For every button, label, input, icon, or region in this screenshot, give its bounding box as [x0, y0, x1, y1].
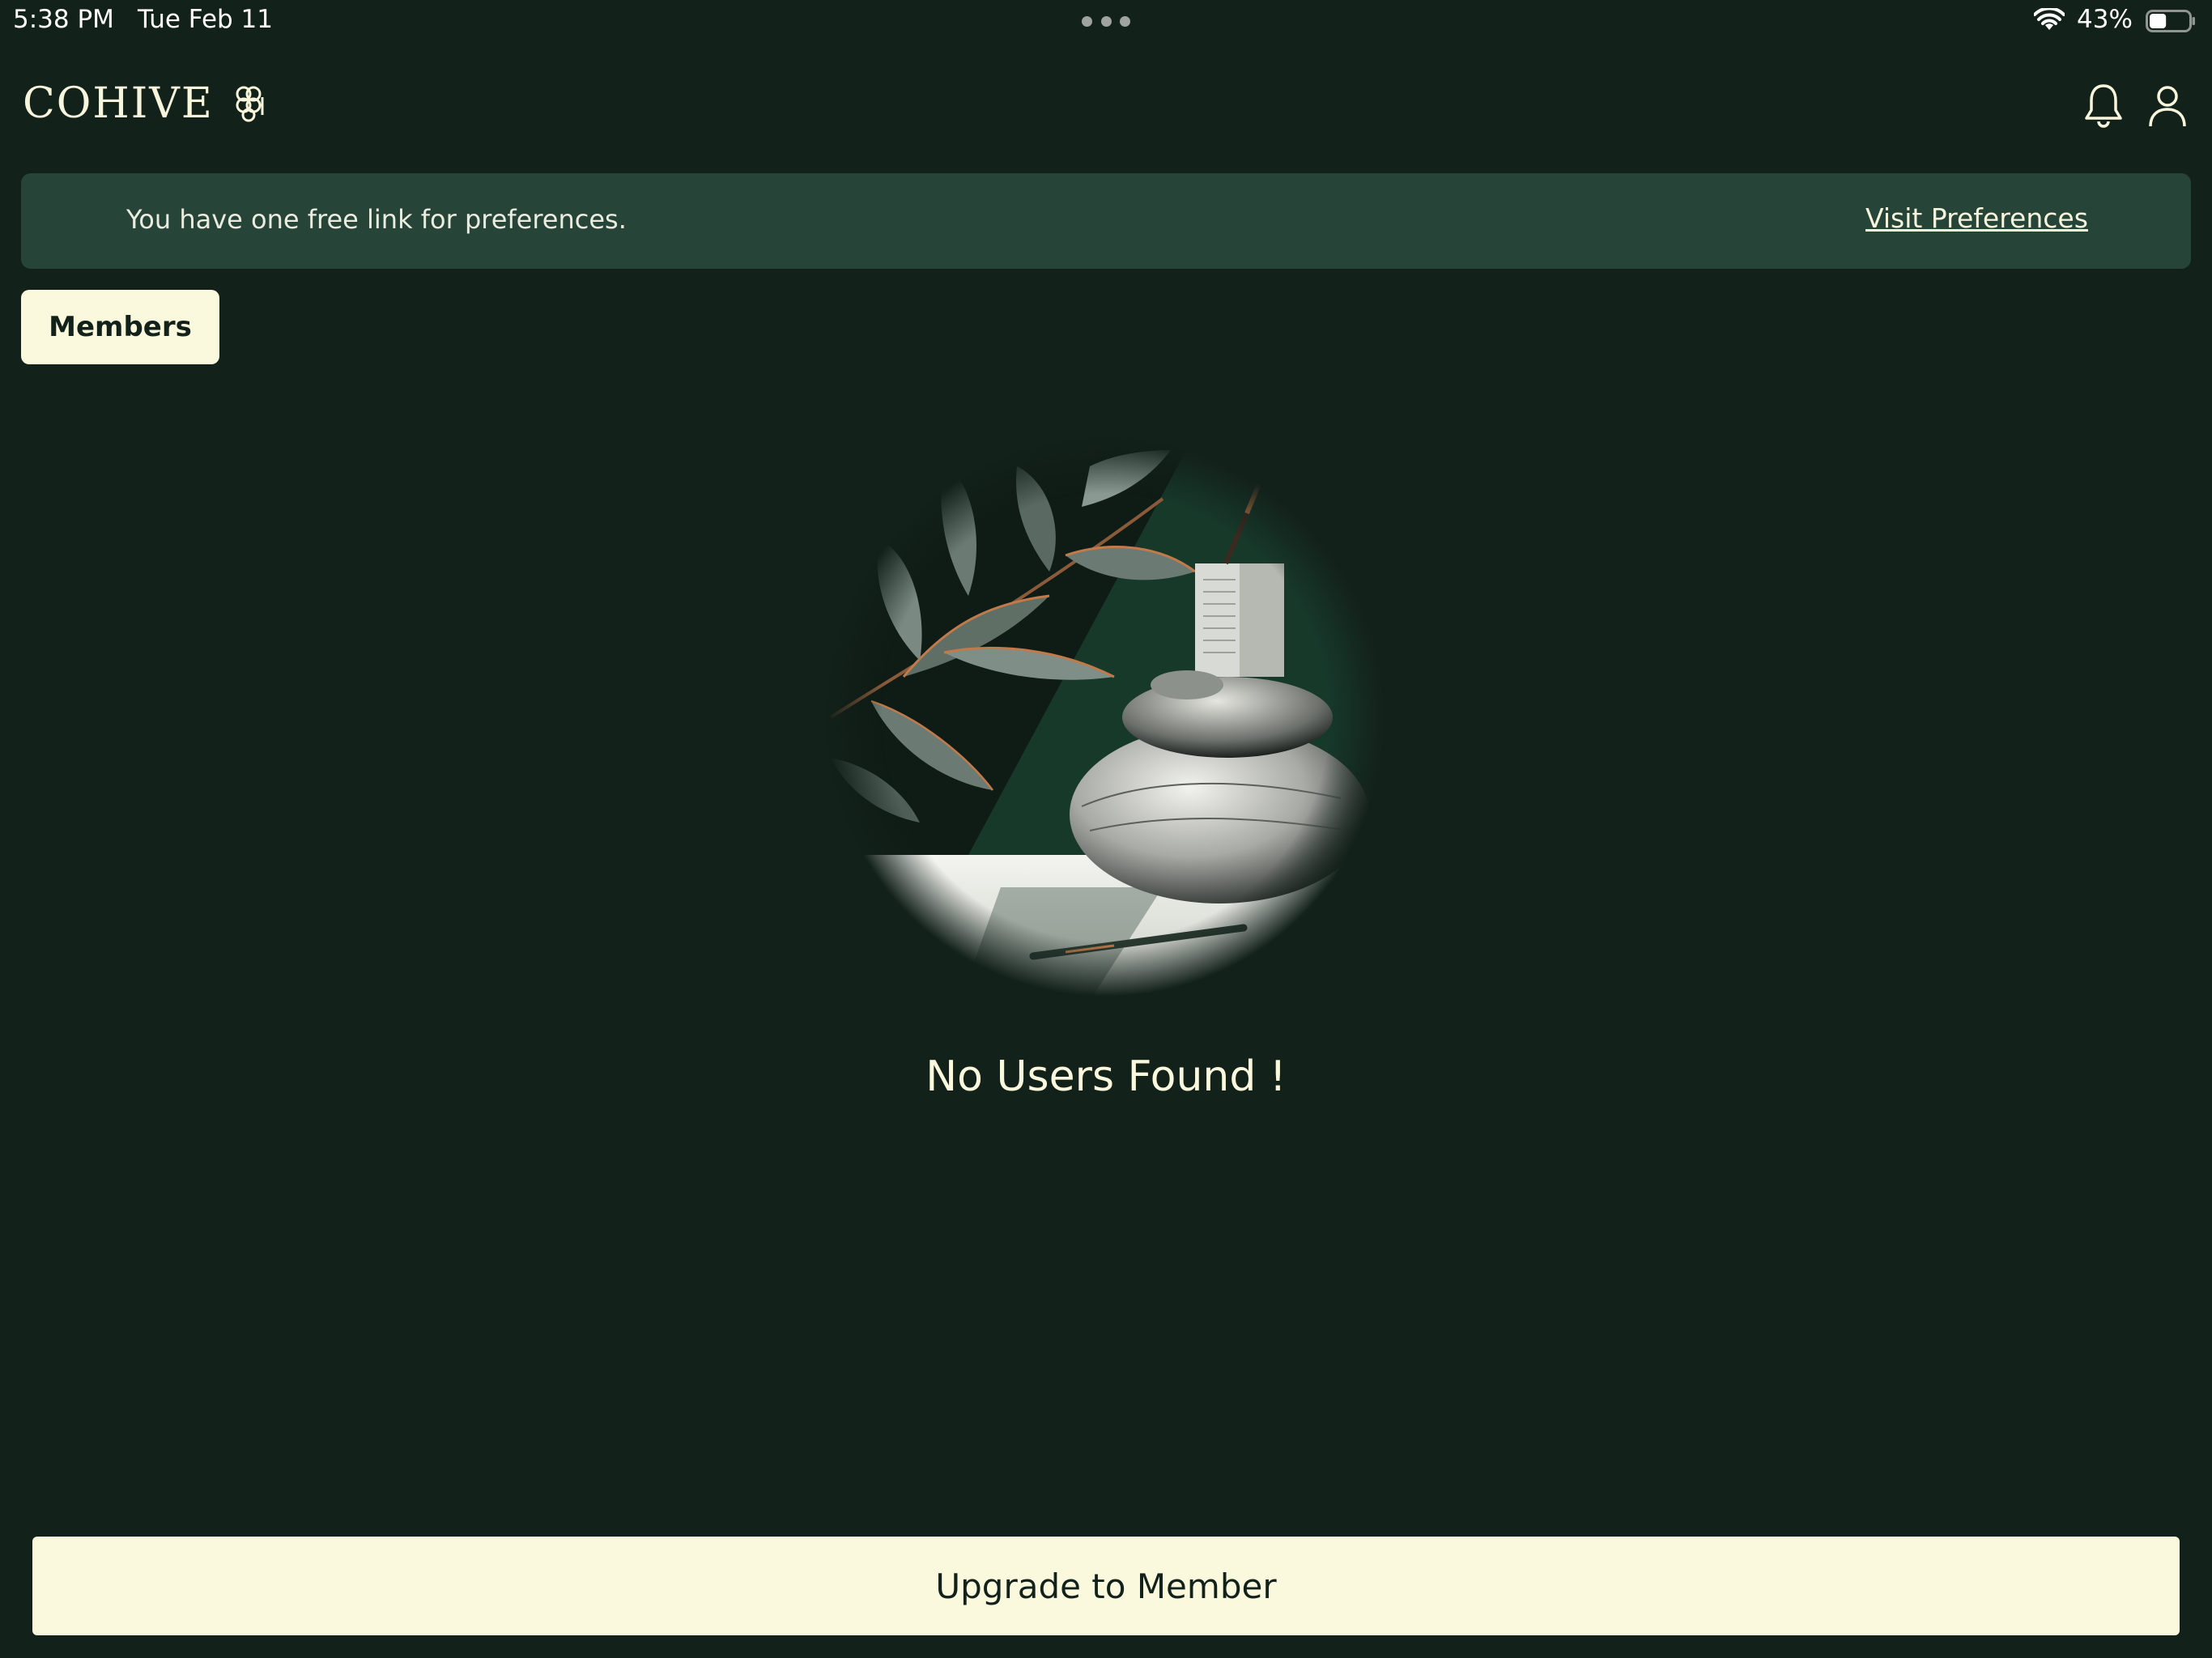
- upgrade-to-member-button[interactable]: Upgrade to Member: [32, 1537, 2180, 1635]
- brand-name: COHIVE: [23, 79, 214, 128]
- app-header: COHIVE: [0, 73, 2212, 138]
- more-dots-icon[interactable]: [1082, 16, 1130, 28]
- user-icon[interactable]: [2147, 84, 2188, 128]
- empty-state-illustration: [823, 434, 1389, 1001]
- status-date: Tue Feb 11: [138, 5, 273, 34]
- empty-state-title: No Users Found !: [925, 1052, 1287, 1101]
- battery-percent: 43%: [2077, 5, 2133, 34]
- cohive-logo-icon: [236, 86, 264, 122]
- banner-message: You have one free link for preferences.: [126, 204, 627, 235]
- tab-members[interactable]: Members: [21, 290, 219, 364]
- preferences-banner: You have one free link for preferences. …: [21, 173, 2191, 269]
- status-time: 5:38 PM: [13, 5, 114, 34]
- wifi-icon: [2034, 8, 2065, 30]
- status-bar: 5:38 PM Tue Feb 11 43%: [0, 0, 2212, 42]
- visit-preferences-link[interactable]: Visit Preferences: [1865, 202, 2088, 234]
- battery-icon: [2146, 10, 2195, 32]
- brand-logo[interactable]: COHIVE: [23, 79, 267, 128]
- bell-icon[interactable]: [2082, 83, 2125, 130]
